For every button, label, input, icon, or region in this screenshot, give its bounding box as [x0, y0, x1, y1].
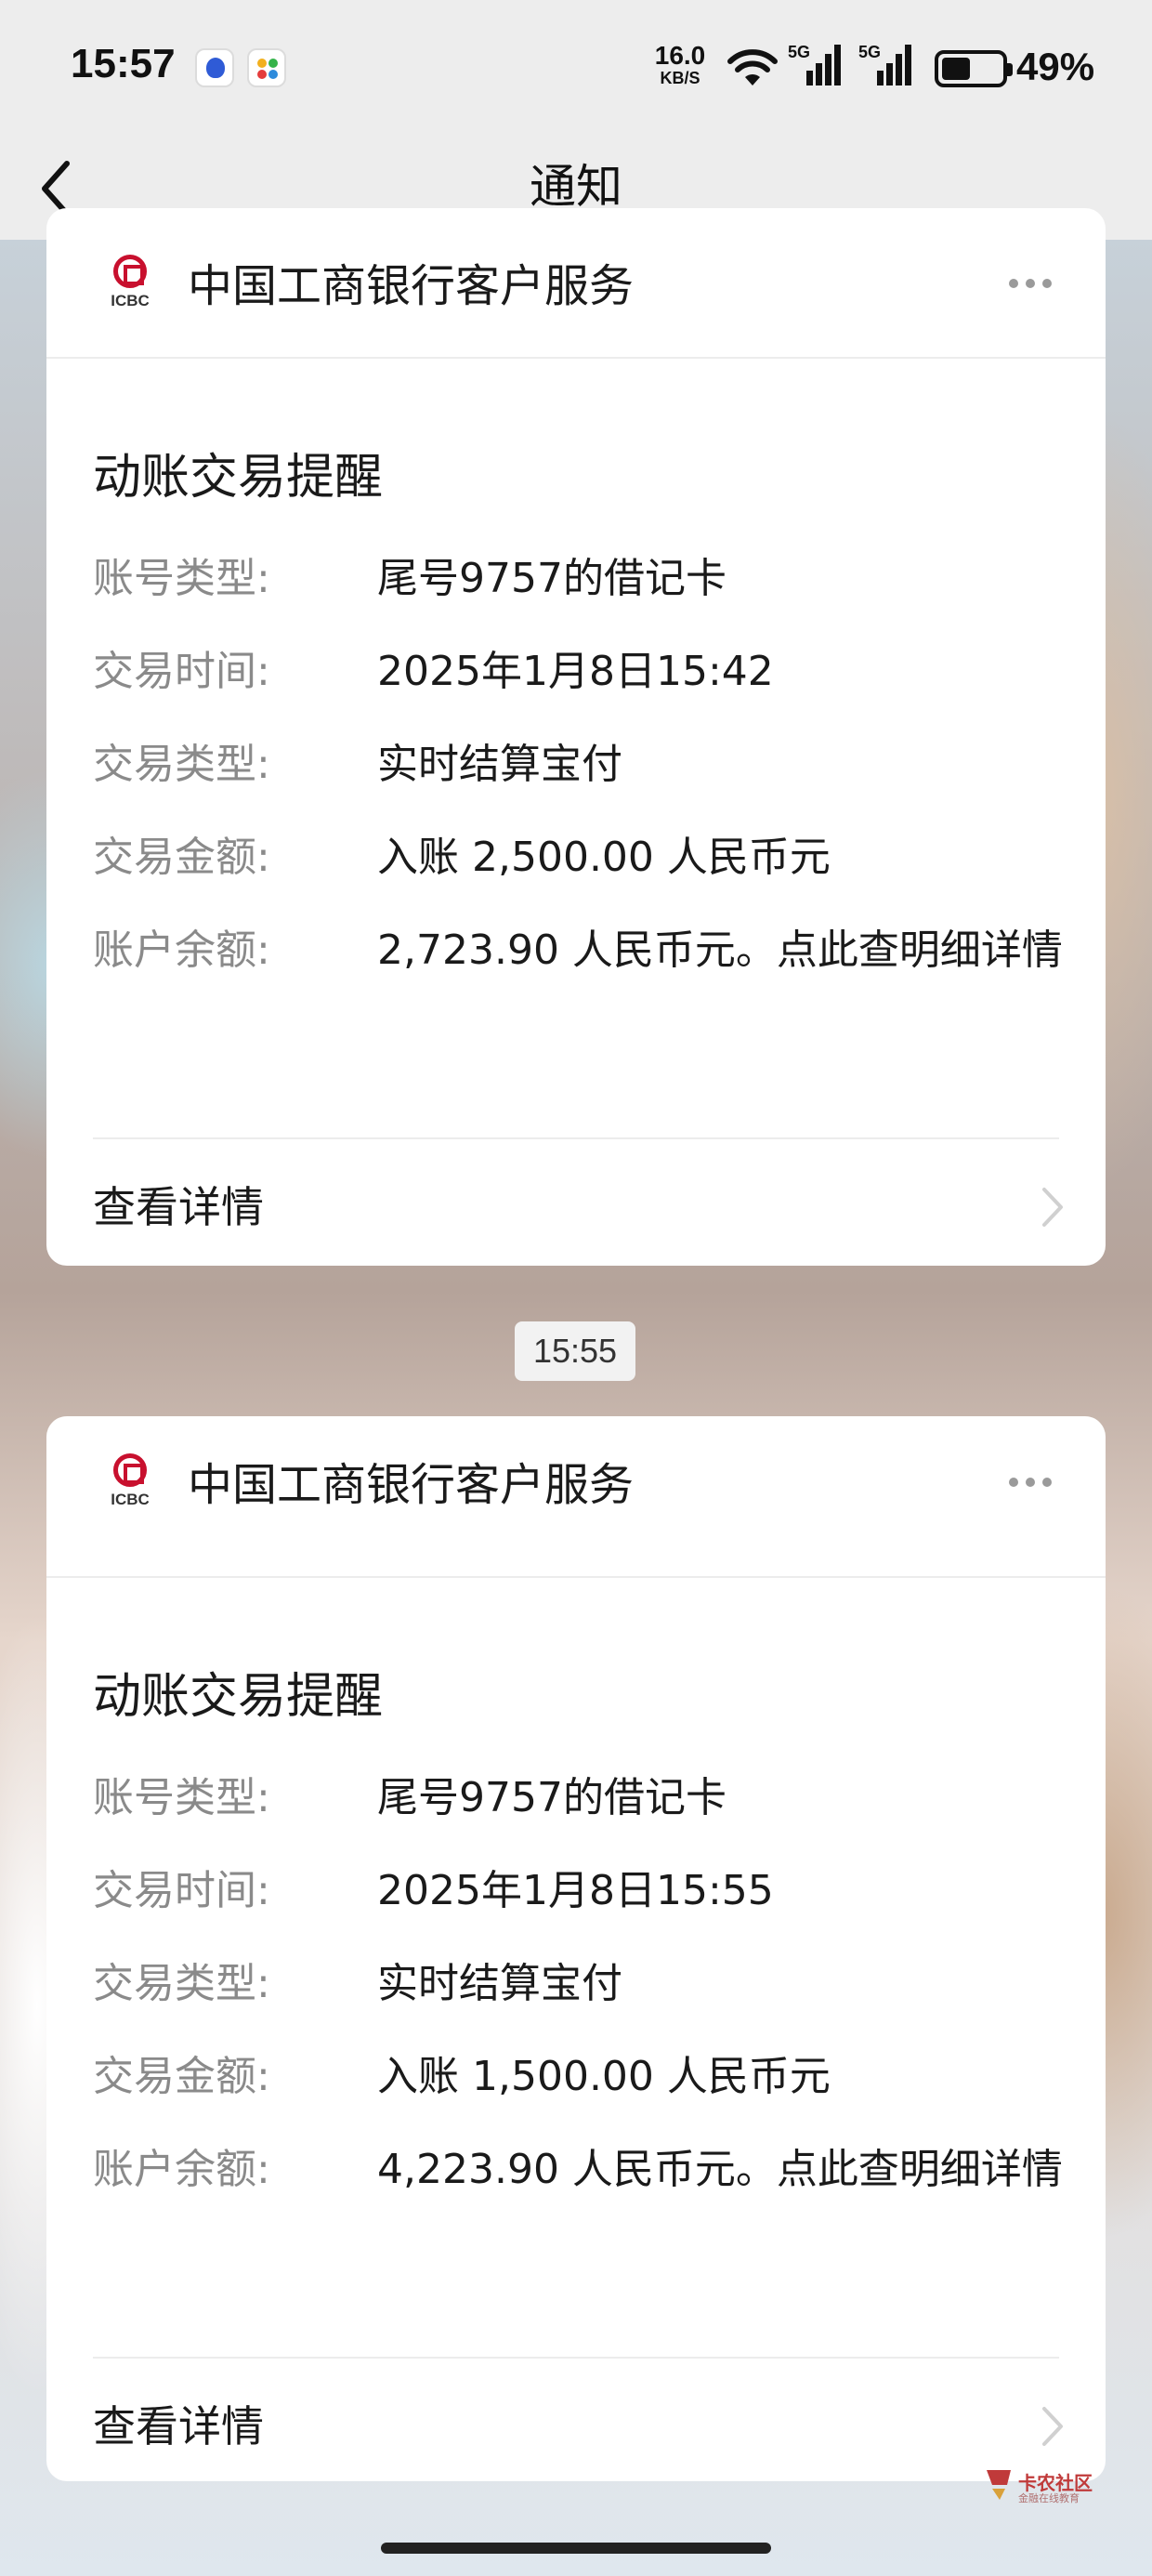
field-row: 交易金额: 入账 1,500.00 人民币元 — [93, 2048, 1068, 2106]
chevron-right-icon — [1042, 1188, 1063, 1227]
more-dots-icon — [1009, 279, 1018, 288]
home-indicator[interactable] — [381, 2543, 771, 2554]
field-value: 实时结算宝付 — [377, 1960, 622, 2007]
more-dots-icon — [1009, 1478, 1018, 1487]
card-sender-name: 中国工商银行客户服务 — [188, 1459, 635, 1511]
field-label: 账号类型: — [93, 555, 270, 602]
transaction-fields: 账号类型: 尾号9757的借记卡 交易时间: 2025年1月8日15:42 交易… — [93, 550, 1068, 1015]
field-value: 入账 1,500.00 人民币元 — [377, 2053, 831, 2100]
card-title: 动账交易提醒 — [93, 450, 384, 506]
status-time: 15:57 — [71, 41, 176, 86]
field-row: 账号类型: 尾号9757的借记卡 — [93, 550, 1068, 608]
watermark-logo: 卡农社区 金融在线教育 — [983, 2464, 1094, 2511]
signal-5g-tag: 5G — [858, 43, 882, 61]
icbc-logo-text: ICBC — [111, 292, 150, 309]
field-value: 2025年1月8日15:55 — [377, 1867, 774, 1914]
icbc-logo: ICBC — [102, 255, 158, 314]
battery-icon — [935, 50, 1013, 87]
more-options-button[interactable] — [1009, 1468, 1065, 1496]
field-row: 交易时间: 2025年1月8日15:42 — [93, 643, 1068, 701]
baidu-app-icon — [195, 48, 234, 87]
field-value: 实时结算宝付 — [377, 741, 622, 788]
signal-5g-tag: 5G — [788, 43, 811, 61]
message-timestamp: 15:55 — [515, 1321, 635, 1381]
signal-icon: 5G — [858, 43, 918, 93]
status-bar: 15:57 16.0 KB/S 5G 5G 49% — [0, 0, 1152, 138]
chevron-right-icon — [1042, 2407, 1063, 2446]
field-value: 尾号9757的借记卡 — [377, 1774, 727, 1821]
field-label: 交易类型: — [93, 1960, 270, 2007]
card-divider — [93, 1137, 1059, 1139]
card-header: ICBC 中国工商银行客户服务 — [46, 236, 1106, 355]
watermark-icon — [987, 2470, 1011, 2500]
field-row: 交易金额: 入账 2,500.00 人民币元 — [93, 829, 1068, 887]
game-center-icon — [247, 48, 286, 87]
field-value: 尾号9757的借记卡 — [377, 555, 727, 602]
signal-icon: 5G — [788, 43, 847, 93]
field-label: 账号类型: — [93, 1774, 270, 1821]
card-divider — [46, 1576, 1106, 1578]
more-options-button[interactable] — [1009, 269, 1065, 297]
icbc-logo-text: ICBC — [111, 1491, 150, 1508]
field-value: 2025年1月8日15:42 — [377, 648, 774, 695]
card-header: ICBC 中国工商银行客户服务 — [46, 1435, 1106, 1554]
field-row: 交易类型: 实时结算宝付 — [93, 1955, 1068, 2013]
field-row: 账户余额: 4,223.90 人民币元。点此查明细详情 — [93, 2141, 1068, 2199]
field-label: 交易时间: — [93, 648, 270, 695]
network-speed: 16.0 KB/S — [650, 41, 710, 88]
field-row: 账户余额: 2,723.90 人民币元。点此查明细详情 — [93, 922, 1068, 979]
view-details-link[interactable]: 查看详情 — [93, 2394, 264, 2459]
card-title: 动账交易提醒 — [93, 1669, 384, 1725]
card-divider — [46, 357, 1106, 359]
transaction-fields: 账号类型: 尾号9757的借记卡 交易时间: 2025年1月8日15:55 交易… — [93, 1769, 1068, 2234]
wifi-icon — [727, 49, 778, 85]
field-label: 交易金额: — [93, 2053, 270, 2100]
field-label: 交易金额: — [93, 834, 270, 881]
field-label: 交易时间: — [93, 1867, 270, 1914]
card-divider — [93, 2357, 1059, 2359]
field-label: 交易类型: — [93, 741, 270, 788]
field-row: 交易时间: 2025年1月8日15:55 — [93, 1862, 1068, 1920]
balance-detail-link[interactable]: 2,723.90 人民币元。点此查明细详情 — [377, 922, 1068, 979]
field-row: 交易类型: 实时结算宝付 — [93, 736, 1068, 794]
icbc-logo: ICBC — [102, 1453, 158, 1513]
battery-percent: 49% — [1016, 45, 1095, 88]
field-label: 账户余额: — [93, 927, 270, 974]
watermark-subtext: 金融在线教育 — [1018, 2492, 1080, 2504]
field-row: 账号类型: 尾号9757的借记卡 — [93, 1769, 1068, 1827]
view-details-link[interactable]: 查看详情 — [93, 1175, 264, 1240]
network-speed-unit: KB/S — [660, 69, 700, 87]
balance-detail-link[interactable]: 4,223.90 人民币元。点此查明细详情 — [377, 2141, 1068, 2199]
card-sender-name: 中国工商银行客户服务 — [188, 260, 635, 312]
field-label: 账户余额: — [93, 2146, 270, 2193]
notification-card[interactable]: ICBC 中国工商银行客户服务 动账交易提醒 账号类型: 尾号9757的借记卡 … — [46, 1416, 1106, 2481]
field-value: 入账 2,500.00 人民币元 — [377, 834, 831, 881]
network-speed-value: 16.0 — [654, 41, 706, 70]
notification-card[interactable]: ICBC 中国工商银行客户服务 动账交易提醒 账号类型: 尾号9757的借记卡 … — [46, 208, 1106, 1266]
battery-level-fill — [942, 58, 970, 80]
